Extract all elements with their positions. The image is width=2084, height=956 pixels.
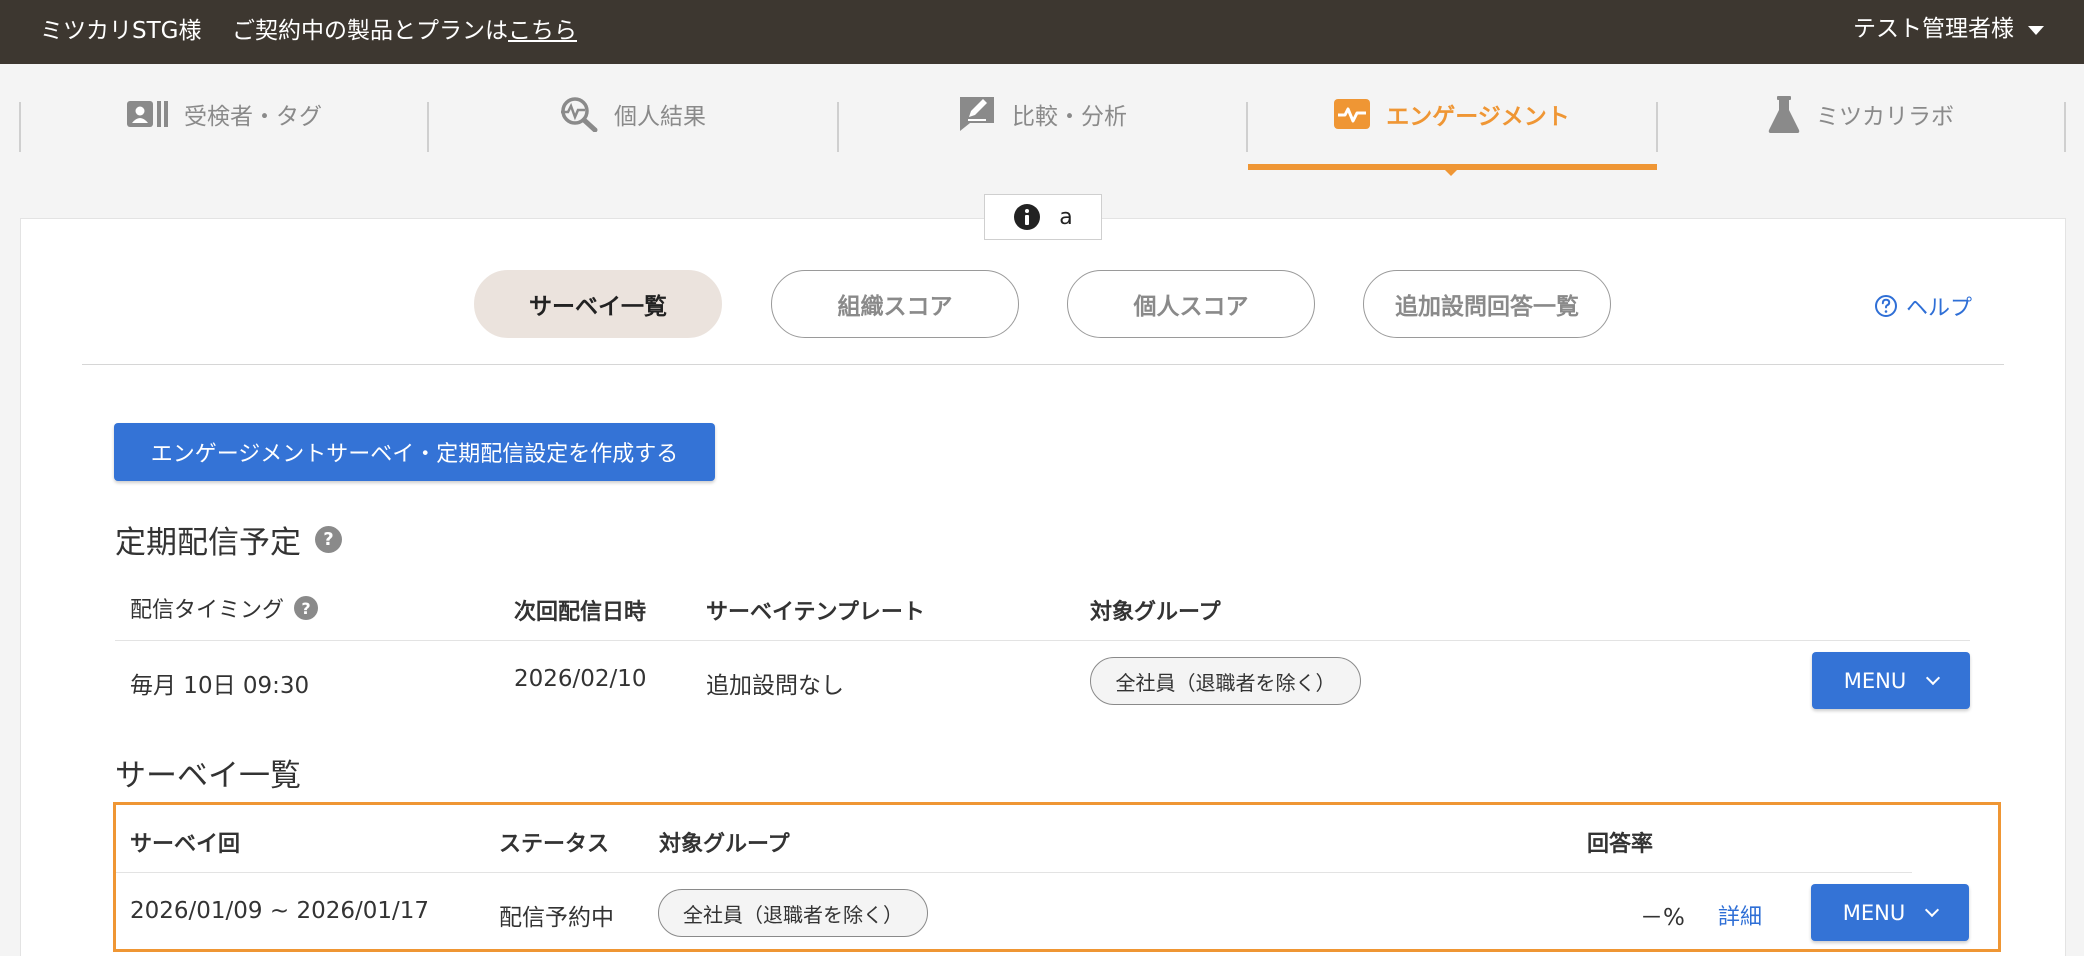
user-name: テスト管理者様	[1853, 16, 2014, 42]
survey-section-title: サーベイ一覧	[115, 750, 301, 795]
menu-label: MENU	[1842, 900, 1906, 925]
schedule-next-date: 2026/02/10	[514, 666, 647, 692]
company-name: ミツカリSTG様	[40, 18, 202, 44]
col-timing-label: 配信タイミング	[130, 598, 285, 623]
tab-label: 個人結果	[614, 104, 706, 130]
response-rate: －%	[1640, 905, 1685, 931]
group-chip: 全社員（退職者を除く）	[658, 889, 928, 937]
subtab-divider	[82, 364, 2004, 365]
plan-notice: ご契約中の製品とプランはこちら	[232, 14, 577, 48]
tab-label: 比較・分析	[1012, 104, 1127, 130]
info-icon	[1014, 204, 1041, 230]
survey-menu-button[interactable]: MENU	[1811, 884, 1969, 941]
menu-label: MENU	[1843, 668, 1907, 693]
tab-label: 受検者・タグ	[184, 104, 322, 130]
subtab-additional-answers[interactable]: 追加設問回答一覧	[1363, 270, 1611, 338]
tab-engagement[interactable]: エンゲージメント	[1248, 64, 1656, 164]
pulse-icon	[1334, 99, 1371, 129]
help-link[interactable]: ヘルプ	[1874, 290, 1972, 322]
tab-label: エンゲージメント	[1386, 104, 1570, 130]
plan-link[interactable]: こちら	[508, 18, 577, 44]
chevron-down-icon	[1925, 902, 1940, 918]
col-template: サーベイテンプレート	[706, 600, 925, 625]
detail-link[interactable]: 詳細	[1718, 899, 1762, 931]
schedule-template: 追加設問なし	[706, 673, 844, 699]
col-target-group: 対象グループ	[659, 832, 790, 857]
subtab-individual-score[interactable]: 個人スコア	[1067, 270, 1315, 338]
info-text: a	[1059, 204, 1073, 230]
tab-label: ミツカリラボ	[1816, 104, 1954, 130]
caret-down-icon	[2028, 26, 2044, 35]
tab-individual-results[interactable]: 個人結果	[429, 64, 837, 164]
help-label: ヘルプ	[1905, 296, 1972, 321]
active-tab-notch	[1445, 170, 1457, 176]
flask-icon	[1768, 96, 1800, 133]
plan-text: ご契約中の製品とプランは	[232, 18, 508, 44]
table-divider	[116, 872, 1912, 873]
nav-separator	[2064, 102, 2066, 152]
tab-examinees-tags[interactable]: 受検者・タグ	[21, 64, 427, 164]
col-survey-round: サーベイ回	[130, 832, 241, 857]
col-target-group: 対象グループ	[1090, 600, 1221, 625]
subtab-org-score[interactable]: 組織スコア	[771, 270, 1019, 338]
question-icon[interactable]: ?	[315, 526, 342, 553]
schedule-title: 定期配信予定	[115, 525, 301, 561]
info-badge[interactable]: a	[984, 194, 1102, 240]
chevron-down-icon	[1926, 670, 1941, 686]
chat-pencil-icon	[960, 97, 994, 131]
col-response-rate: 回答率	[1587, 832, 1654, 857]
user-menu[interactable]: テスト管理者様	[1853, 12, 2044, 46]
survey-title: サーベイ一覧	[115, 758, 301, 794]
table-divider	[115, 640, 1970, 641]
survey-status: 配信予約中	[499, 905, 614, 931]
id-card-icon	[127, 101, 168, 127]
group-chip: 全社員（退職者を除く）	[1090, 657, 1361, 705]
subtab-survey-list[interactable]: サーベイ一覧	[474, 270, 722, 338]
schedule-section-title: 定期配信予定 ?	[115, 517, 342, 562]
magnify-pulse-icon	[561, 97, 598, 132]
col-next-delivery: 次回配信日時	[514, 600, 647, 625]
tab-comparison-analysis[interactable]: 比較・分析	[839, 64, 1246, 164]
col-status: ステータス	[499, 832, 610, 857]
schedule-menu-button[interactable]: MENU	[1812, 652, 1970, 709]
top-bar: ミツカリSTG様 ご契約中の製品とプランはこちら テスト管理者様	[0, 0, 2084, 64]
schedule-timing: 毎月 10日 09:30	[130, 673, 310, 699]
question-icon[interactable]: ?	[294, 596, 319, 620]
col-timing: 配信タイミング ?	[130, 592, 319, 624]
main-nav: 受検者・タグ 個人結果 比較・分析 エンゲージメント ミツカリラボ	[0, 64, 2084, 176]
survey-period: 2026/01/09 ~ 2026/01/17	[130, 898, 430, 924]
help-circle-icon	[1874, 295, 1897, 317]
tab-mitsucari-lab[interactable]: ミツカリラボ	[1658, 64, 2064, 164]
create-survey-button[interactable]: エンゲージメントサーベイ・定期配信設定を作成する	[114, 423, 715, 481]
